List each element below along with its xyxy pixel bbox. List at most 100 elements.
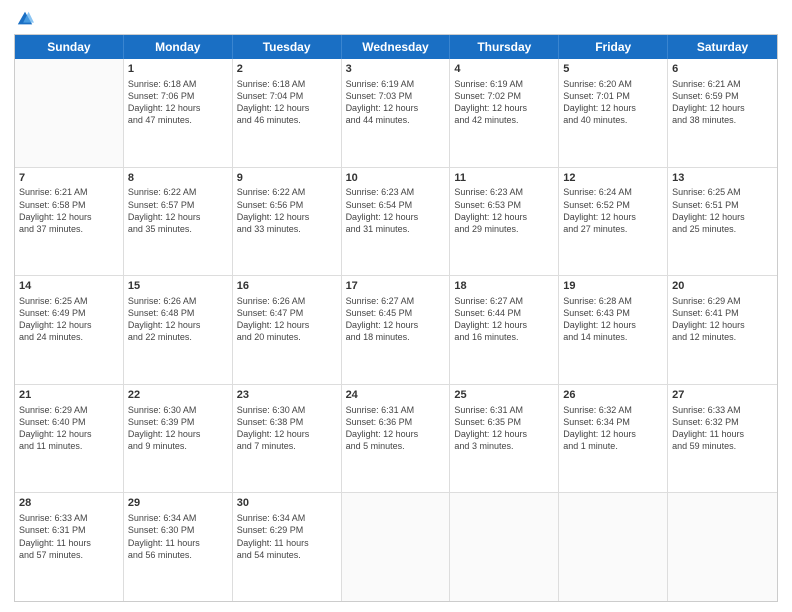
calendar-cell: 8Sunrise: 6:22 AM Sunset: 6:57 PM Daylig… [124,168,233,276]
calendar-cell: 18Sunrise: 6:27 AM Sunset: 6:44 PM Dayli… [450,276,559,384]
calendar-cell: 13Sunrise: 6:25 AM Sunset: 6:51 PM Dayli… [668,168,777,276]
logo-icon [16,10,34,28]
calendar-body: 1Sunrise: 6:18 AM Sunset: 7:06 PM Daylig… [15,59,777,601]
cell-content: Sunrise: 6:26 AM Sunset: 6:47 PM Dayligh… [237,295,337,344]
header-day-thursday: Thursday [450,35,559,59]
cell-content: Sunrise: 6:18 AM Sunset: 7:06 PM Dayligh… [128,78,228,127]
calendar-cell: 23Sunrise: 6:30 AM Sunset: 6:38 PM Dayli… [233,385,342,493]
day-number: 9 [237,171,337,186]
cell-content: Sunrise: 6:21 AM Sunset: 6:59 PM Dayligh… [672,78,773,127]
calendar-cell: 22Sunrise: 6:30 AM Sunset: 6:39 PM Dayli… [124,385,233,493]
cell-content: Sunrise: 6:23 AM Sunset: 6:54 PM Dayligh… [346,186,446,235]
day-number: 14 [19,279,119,294]
calendar-cell: 17Sunrise: 6:27 AM Sunset: 6:45 PM Dayli… [342,276,451,384]
day-number: 19 [563,279,663,294]
page: SundayMondayTuesdayWednesdayThursdayFrid… [0,0,792,612]
cell-content: Sunrise: 6:22 AM Sunset: 6:56 PM Dayligh… [237,186,337,235]
day-number: 7 [19,171,119,186]
cell-content: Sunrise: 6:31 AM Sunset: 6:36 PM Dayligh… [346,404,446,453]
calendar-cell: 12Sunrise: 6:24 AM Sunset: 6:52 PM Dayli… [559,168,668,276]
calendar-cell: 9Sunrise: 6:22 AM Sunset: 6:56 PM Daylig… [233,168,342,276]
calendar-cell [15,59,124,167]
calendar-cell [559,493,668,601]
day-number: 29 [128,496,228,511]
calendar-cell: 6Sunrise: 6:21 AM Sunset: 6:59 PM Daylig… [668,59,777,167]
day-number: 27 [672,388,773,403]
day-number: 8 [128,171,228,186]
day-number: 21 [19,388,119,403]
day-number: 13 [672,171,773,186]
header-day-tuesday: Tuesday [233,35,342,59]
calendar-cell: 11Sunrise: 6:23 AM Sunset: 6:53 PM Dayli… [450,168,559,276]
day-number: 26 [563,388,663,403]
calendar-cell: 5Sunrise: 6:20 AM Sunset: 7:01 PM Daylig… [559,59,668,167]
day-number: 25 [454,388,554,403]
calendar-row: 28Sunrise: 6:33 AM Sunset: 6:31 PM Dayli… [15,493,777,601]
calendar-cell: 15Sunrise: 6:26 AM Sunset: 6:48 PM Dayli… [124,276,233,384]
day-number: 23 [237,388,337,403]
cell-content: Sunrise: 6:23 AM Sunset: 6:53 PM Dayligh… [454,186,554,235]
calendar-row: 7Sunrise: 6:21 AM Sunset: 6:58 PM Daylig… [15,168,777,277]
day-number: 10 [346,171,446,186]
header-day-wednesday: Wednesday [342,35,451,59]
cell-content: Sunrise: 6:29 AM Sunset: 6:40 PM Dayligh… [19,404,119,453]
logo [14,10,34,28]
calendar-cell [668,493,777,601]
cell-content: Sunrise: 6:22 AM Sunset: 6:57 PM Dayligh… [128,186,228,235]
cell-content: Sunrise: 6:28 AM Sunset: 6:43 PM Dayligh… [563,295,663,344]
day-number: 2 [237,62,337,77]
logo-text [14,10,34,28]
day-number: 20 [672,279,773,294]
calendar-cell: 4Sunrise: 6:19 AM Sunset: 7:02 PM Daylig… [450,59,559,167]
calendar-cell [342,493,451,601]
calendar-cell: 28Sunrise: 6:33 AM Sunset: 6:31 PM Dayli… [15,493,124,601]
cell-content: Sunrise: 6:27 AM Sunset: 6:44 PM Dayligh… [454,295,554,344]
calendar-cell: 27Sunrise: 6:33 AM Sunset: 6:32 PM Dayli… [668,385,777,493]
cell-content: Sunrise: 6:30 AM Sunset: 6:39 PM Dayligh… [128,404,228,453]
calendar-cell [450,493,559,601]
calendar: SundayMondayTuesdayWednesdayThursdayFrid… [14,34,778,602]
calendar-cell: 25Sunrise: 6:31 AM Sunset: 6:35 PM Dayli… [450,385,559,493]
cell-content: Sunrise: 6:25 AM Sunset: 6:51 PM Dayligh… [672,186,773,235]
header-day-monday: Monday [124,35,233,59]
cell-content: Sunrise: 6:20 AM Sunset: 7:01 PM Dayligh… [563,78,663,127]
calendar-cell: 14Sunrise: 6:25 AM Sunset: 6:49 PM Dayli… [15,276,124,384]
calendar-row: 14Sunrise: 6:25 AM Sunset: 6:49 PM Dayli… [15,276,777,385]
calendar-cell: 30Sunrise: 6:34 AM Sunset: 6:29 PM Dayli… [233,493,342,601]
day-number: 22 [128,388,228,403]
day-number: 12 [563,171,663,186]
calendar-cell: 19Sunrise: 6:28 AM Sunset: 6:43 PM Dayli… [559,276,668,384]
calendar-row: 21Sunrise: 6:29 AM Sunset: 6:40 PM Dayli… [15,385,777,494]
calendar-cell: 26Sunrise: 6:32 AM Sunset: 6:34 PM Dayli… [559,385,668,493]
calendar-row: 1Sunrise: 6:18 AM Sunset: 7:06 PM Daylig… [15,59,777,168]
cell-content: Sunrise: 6:32 AM Sunset: 6:34 PM Dayligh… [563,404,663,453]
header-day-friday: Friday [559,35,668,59]
day-number: 1 [128,62,228,77]
day-number: 15 [128,279,228,294]
calendar-cell: 2Sunrise: 6:18 AM Sunset: 7:04 PM Daylig… [233,59,342,167]
day-number: 3 [346,62,446,77]
day-number: 28 [19,496,119,511]
cell-content: Sunrise: 6:21 AM Sunset: 6:58 PM Dayligh… [19,186,119,235]
cell-content: Sunrise: 6:31 AM Sunset: 6:35 PM Dayligh… [454,404,554,453]
cell-content: Sunrise: 6:30 AM Sunset: 6:38 PM Dayligh… [237,404,337,453]
calendar-cell: 7Sunrise: 6:21 AM Sunset: 6:58 PM Daylig… [15,168,124,276]
day-number: 5 [563,62,663,77]
cell-content: Sunrise: 6:34 AM Sunset: 6:29 PM Dayligh… [237,512,337,561]
cell-content: Sunrise: 6:18 AM Sunset: 7:04 PM Dayligh… [237,78,337,127]
cell-content: Sunrise: 6:29 AM Sunset: 6:41 PM Dayligh… [672,295,773,344]
calendar-cell: 29Sunrise: 6:34 AM Sunset: 6:30 PM Dayli… [124,493,233,601]
cell-content: Sunrise: 6:26 AM Sunset: 6:48 PM Dayligh… [128,295,228,344]
header-day-saturday: Saturday [668,35,777,59]
day-number: 30 [237,496,337,511]
calendar-cell: 24Sunrise: 6:31 AM Sunset: 6:36 PM Dayli… [342,385,451,493]
calendar-cell: 3Sunrise: 6:19 AM Sunset: 7:03 PM Daylig… [342,59,451,167]
calendar-cell: 1Sunrise: 6:18 AM Sunset: 7:06 PM Daylig… [124,59,233,167]
cell-content: Sunrise: 6:33 AM Sunset: 6:32 PM Dayligh… [672,404,773,453]
day-number: 18 [454,279,554,294]
cell-content: Sunrise: 6:25 AM Sunset: 6:49 PM Dayligh… [19,295,119,344]
calendar-cell: 21Sunrise: 6:29 AM Sunset: 6:40 PM Dayli… [15,385,124,493]
calendar-cell: 20Sunrise: 6:29 AM Sunset: 6:41 PM Dayli… [668,276,777,384]
calendar-cell: 16Sunrise: 6:26 AM Sunset: 6:47 PM Dayli… [233,276,342,384]
cell-content: Sunrise: 6:34 AM Sunset: 6:30 PM Dayligh… [128,512,228,561]
